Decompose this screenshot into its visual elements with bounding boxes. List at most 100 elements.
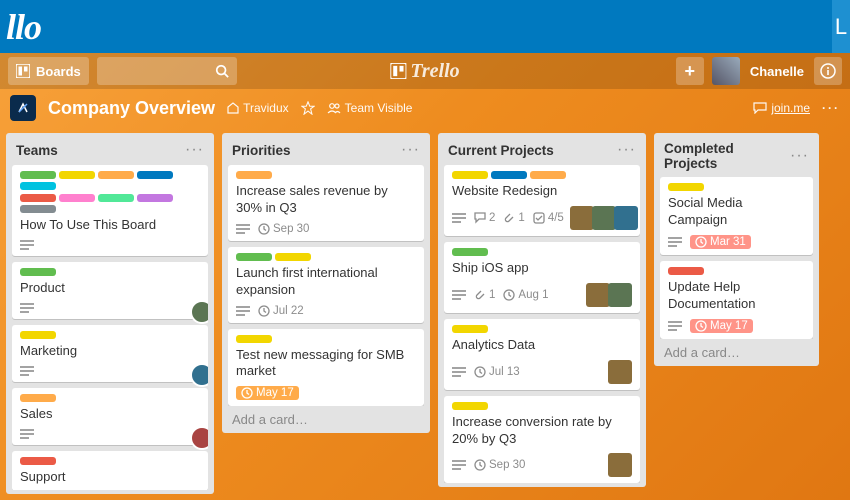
label-yellow [20,331,56,339]
list-title[interactable]: Priorities [232,143,291,158]
card[interactable]: Sales [12,388,208,445]
label-orange [20,394,56,402]
card-title: Website Redesign [452,183,632,200]
due-badge: Aug 1 [503,289,548,301]
board-icon [10,95,36,121]
list-title[interactable]: Current Projects [448,143,554,158]
description-icon [20,366,34,376]
card[interactable]: Increase conversion rate by 20% by Q3 Sep… [444,396,640,484]
list-menu-button[interactable]: ··· [185,141,204,159]
add-card-button[interactable]: Add a card… [228,406,424,429]
card[interactable]: Analytics Data Jul 13 [444,319,640,390]
card-title: Ship iOS app [452,260,632,277]
card-badges [20,366,200,376]
board-menu-button[interactable]: ··· [822,101,840,115]
label-yellow [275,253,311,261]
card-labels [452,325,632,333]
card-labels [668,267,805,275]
card-badges: Jul 13 [452,360,632,384]
card-members [610,453,632,477]
card-title: Analytics Data [452,337,632,354]
member-avatar[interactable] [586,283,610,307]
card-labels [236,253,416,261]
list: Current Projects ··· Website Redesign214/5… [438,133,646,487]
card[interactable]: Product [12,262,208,319]
card[interactable]: Test new messaging for SMB market May 17 [228,329,424,407]
label-green [236,253,272,261]
list-title[interactable]: Teams [16,143,58,158]
search-icon [215,64,229,78]
card-labels [452,402,632,410]
label-green [20,171,56,179]
card-title: How To Use This Board [20,217,200,234]
card[interactable]: Marketing [12,325,208,382]
list-title[interactable]: Completed Projects [664,141,790,171]
card[interactable]: Ship iOS app1Aug 1 [444,242,640,313]
card-badges: May 17 [236,386,416,400]
label-blue [491,171,527,179]
member-avatar[interactable] [190,363,208,387]
visibility-button[interactable]: Team Visible [327,101,413,115]
create-button[interactable]: + [676,57,704,85]
org-link[interactable]: Travidux [227,101,289,115]
user-avatar[interactable] [712,57,740,85]
card-members [588,283,632,307]
list-menu-button[interactable]: ··· [401,141,420,159]
list-header: Completed Projects··· [660,139,813,177]
login-button[interactable]: L [832,0,850,53]
label-yellow [452,325,488,333]
info-button[interactable] [814,57,842,85]
card-labels [452,248,632,256]
card[interactable]: Support [12,451,208,490]
list-header: Priorities ··· [228,139,424,165]
member-avatar[interactable] [608,283,632,307]
member-avatar[interactable] [190,300,208,324]
label-orange [530,171,566,179]
star-button[interactable] [301,101,315,115]
description-icon [20,240,34,250]
chat-icon [753,102,767,114]
add-card-button[interactable]: Add a card… [660,339,813,362]
board-canvas[interactable]: Teams ··· How To Use This Board Product Mark… [0,127,850,500]
card-title: Test new messaging for SMB market [236,347,416,381]
card[interactable]: Increase sales revenue by 30% in Q3Sep 3… [228,165,424,241]
list-menu-button[interactable]: ··· [790,147,809,165]
search-input[interactable] [97,57,237,85]
due-badge: Sep 30 [474,459,525,471]
description-icon [20,429,34,439]
card[interactable]: Social Media CampaignMar 31 [660,177,813,255]
description-icon [236,306,250,316]
powerup-link[interactable]: join.me [753,101,810,115]
description-icon [452,290,466,300]
user-name[interactable]: Chanelle [748,57,806,85]
card-badges: Mar 31 [668,235,805,249]
label-yellow [452,171,488,179]
member-avatar[interactable] [608,453,632,477]
card-labels [236,171,416,179]
card[interactable]: Launch first international expansionJul … [228,247,424,323]
label-red [20,194,56,202]
due-badge: May 17 [690,319,753,333]
list: Completed Projects···Social Media Campai… [654,133,819,366]
card[interactable]: Website Redesign214/5 [444,165,640,236]
card[interactable]: How To Use This Board [12,165,208,256]
member-avatar[interactable] [608,360,632,384]
list-menu-button[interactable]: ··· [617,141,636,159]
label-gray [20,205,56,213]
brand: Trello [390,60,459,83]
board-title[interactable]: Company Overview [48,98,215,119]
board-header: Company Overview Travidux Team Visible j… [0,89,850,127]
due-badge: May 17 [236,386,299,400]
member-avatar[interactable] [614,206,638,230]
member-avatar[interactable] [570,206,594,230]
member-avatar[interactable] [592,206,616,230]
site-header: llo L [0,0,850,53]
label-yellow [236,335,272,343]
card-title: Increase conversion rate by 20% by Q3 [452,414,632,448]
card-labels [20,171,200,190]
card[interactable]: Update Help DocumentationMay 17 [660,261,813,339]
list: Priorities ··· Increase sales revenue by 3… [222,133,430,433]
member-avatar[interactable] [190,426,208,450]
visibility-text: Team Visible [345,101,413,115]
boards-button[interactable]: Boards [8,57,89,85]
